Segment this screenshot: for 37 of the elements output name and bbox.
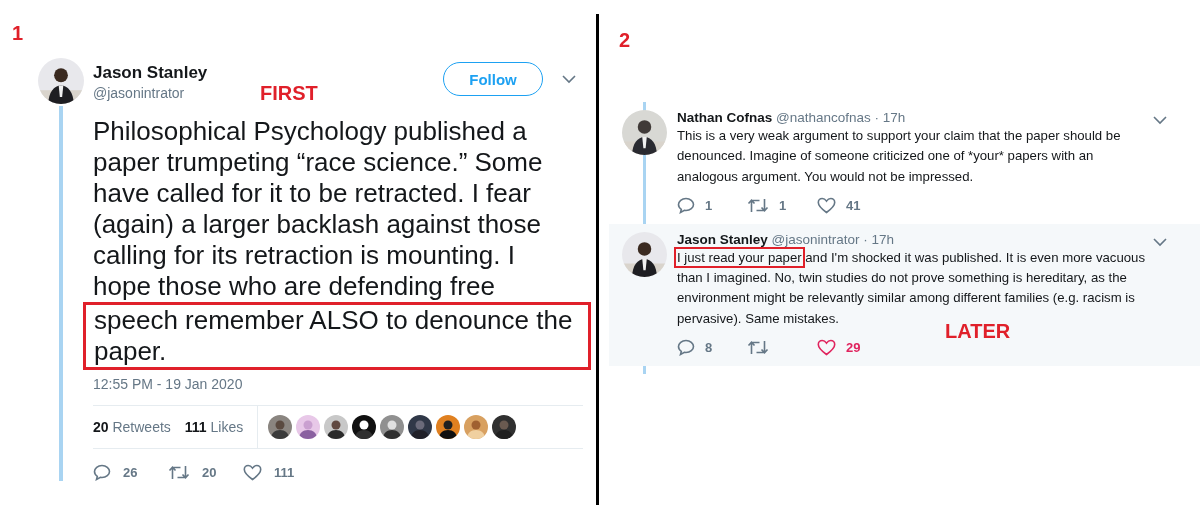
reply-time[interactable]: · 17h bbox=[863, 231, 895, 247]
retweet-count: 20 bbox=[202, 465, 217, 480]
author-handle[interactable]: @nathancofnas bbox=[776, 110, 871, 125]
chevron-icon[interactable] bbox=[562, 75, 576, 84]
author-handle[interactable]: @jasonintrator bbox=[771, 231, 860, 247]
chevron-icon[interactable] bbox=[1153, 237, 1167, 247]
retweets-stat[interactable]: 20 Retweets bbox=[93, 419, 171, 435]
heart-icon[interactable] bbox=[817, 196, 836, 214]
reply-time[interactable]: · 17h bbox=[874, 110, 906, 125]
reply-icon[interactable] bbox=[677, 339, 695, 357]
likes-stat[interactable]: 111 Likes bbox=[184, 419, 244, 435]
reply-text: This is a very weak argument to support your claim that the paper should be denounced. Imagine of someone criticized one of *your* papers with an analogous argument. You would not be impressed. bbox=[677, 127, 1122, 186]
like-count: 29 bbox=[846, 340, 861, 356]
panel-number: 1 bbox=[12, 22, 24, 45]
retweet-icon[interactable] bbox=[168, 464, 190, 481]
reply-count: 26 bbox=[123, 465, 138, 480]
follow-button[interactable]: Follow bbox=[443, 62, 543, 96]
chevron-icon[interactable] bbox=[1153, 116, 1167, 125]
author-name[interactable]: Nathan Cofnas bbox=[677, 110, 773, 125]
like-count: 111 bbox=[274, 465, 295, 480]
retweet-count: 1 bbox=[779, 197, 787, 213]
retweet-icon[interactable] bbox=[747, 339, 769, 357]
tweet-text: speech remember ALSO to denounce the paper. bbox=[83, 302, 591, 370]
author-handle[interactable]: @jasonintrator bbox=[93, 85, 208, 101]
annotation-label: FIRST bbox=[260, 82, 318, 105]
heart-icon[interactable] bbox=[817, 339, 836, 357]
like-count: 41 bbox=[846, 197, 861, 213]
reply-count: 1 bbox=[705, 197, 713, 213]
reply-count: 8 bbox=[705, 340, 713, 356]
retweet-icon[interactable] bbox=[747, 196, 769, 214]
timestamp: 12:55 PM - 19 Jan 2020 bbox=[93, 376, 244, 392]
reply-icon[interactable] bbox=[677, 196, 695, 214]
reply-icon[interactable] bbox=[93, 464, 111, 481]
author-name[interactable]: Jason Stanley bbox=[93, 63, 208, 83]
author-name[interactable]: Jason Stanley bbox=[677, 231, 768, 247]
panel-number: 2 bbox=[619, 29, 631, 52]
heart-icon[interactable] bbox=[243, 464, 262, 481]
